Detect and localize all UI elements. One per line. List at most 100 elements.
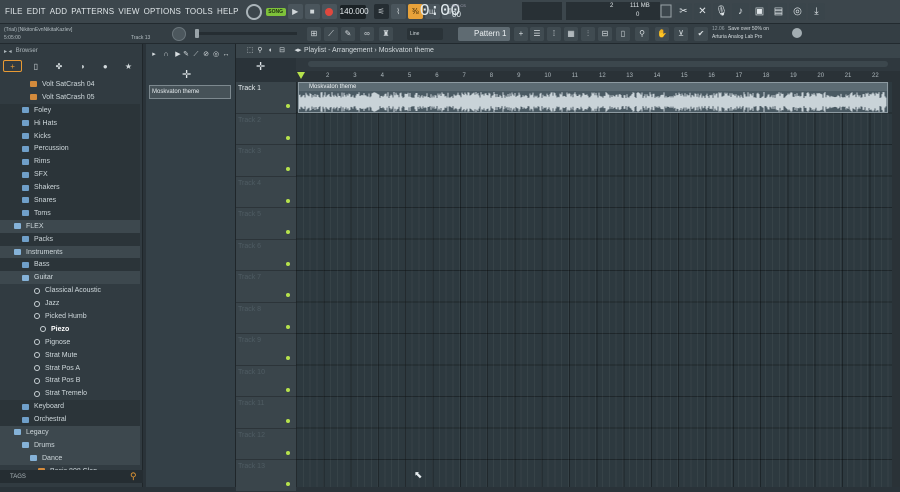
track-header[interactable]: Track 7 bbox=[236, 271, 296, 303]
record-button[interactable] bbox=[321, 4, 337, 19]
playhead-marker[interactable] bbox=[297, 72, 305, 79]
globe-icon[interactable] bbox=[792, 28, 802, 38]
track-header[interactable]: Track 9 bbox=[236, 334, 296, 366]
browser-item[interactable]: Piezo bbox=[0, 323, 140, 336]
search-icon[interactable]: ⚲ bbox=[130, 471, 140, 481]
track-mute-led[interactable] bbox=[286, 482, 290, 486]
mic-button[interactable]: 🎙 bbox=[713, 3, 730, 20]
menu-patterns[interactable]: PATTERNS bbox=[69, 7, 116, 16]
browser-item[interactable]: Strat Pos B bbox=[0, 374, 140, 387]
pattern-select[interactable]: Pattern 1 bbox=[458, 27, 510, 41]
playlist-button[interactable]: ☰ bbox=[530, 27, 544, 41]
zoom-icon[interactable]: ⚲ bbox=[256, 47, 264, 55]
browser-item[interactable]: Percussion bbox=[0, 142, 140, 156]
browser-item[interactable]: Jazz bbox=[0, 297, 140, 310]
hint-circle-button[interactable] bbox=[245, 3, 262, 20]
play-tool-icon[interactable]: ◖ bbox=[266, 47, 274, 55]
track-header[interactable]: Track 2 bbox=[236, 113, 296, 145]
menu-view[interactable]: VIEW bbox=[116, 7, 141, 16]
save-button[interactable]: ▣ bbox=[751, 3, 768, 20]
add-track-icon[interactable]: ✛ bbox=[182, 68, 191, 81]
browser-item[interactable]: Orchestral bbox=[0, 413, 140, 427]
touch-controller-button[interactable]: ✋ bbox=[655, 27, 669, 41]
playlist-grid[interactable] bbox=[296, 82, 892, 487]
browser-item[interactable]: Packs bbox=[0, 232, 140, 246]
add-pattern-icon[interactable]: ✛ bbox=[256, 60, 265, 73]
metronome-button[interactable]: ⚟ bbox=[373, 4, 389, 19]
tab-all[interactable]: + bbox=[3, 60, 23, 72]
picker-item[interactable]: Moskvaton theme bbox=[149, 85, 231, 99]
pat-song-toggle[interactable]: SONG bbox=[265, 5, 286, 19]
browser-item[interactable]: Shakers bbox=[0, 181, 140, 195]
browser-item[interactable]: Legacy bbox=[0, 426, 140, 439]
stop-button[interactable]: ■ bbox=[304, 4, 320, 19]
tab-files[interactable]: ▯ bbox=[26, 60, 45, 72]
play-button[interactable]: ▶ bbox=[287, 4, 303, 19]
cross-button[interactable]: ✕ bbox=[694, 3, 711, 20]
mixer-button[interactable]: ✂ bbox=[675, 3, 692, 20]
tab-projects[interactable]: ◑ bbox=[73, 60, 92, 72]
snap-select[interactable]: Line bbox=[407, 28, 443, 40]
browser-item[interactable]: Guitar bbox=[0, 271, 140, 285]
browser-item[interactable]: Strat Tremelo bbox=[0, 387, 140, 400]
tags-label[interactable]: TAGS bbox=[0, 474, 26, 480]
track-mute-led[interactable] bbox=[286, 104, 290, 108]
browser-item[interactable]: Kicks bbox=[0, 129, 140, 143]
menu-tools[interactable]: TOOLS bbox=[183, 7, 215, 16]
track-mute-led[interactable] bbox=[286, 198, 290, 203]
piano-roll-button[interactable]: ⊞ bbox=[307, 27, 321, 41]
channel-rack-button[interactable]: ⁞ bbox=[547, 27, 561, 41]
magnet-icon[interactable]: ∩ bbox=[162, 51, 170, 59]
slice-tool-button[interactable]: ⟋ bbox=[324, 27, 338, 41]
browser-item[interactable]: Hi Hats bbox=[0, 116, 140, 130]
browser-arrow-icon[interactable]: ▸ ◂ bbox=[4, 48, 12, 55]
menu-help[interactable]: HELP bbox=[215, 7, 241, 16]
track-header[interactable]: Track 11 bbox=[236, 397, 296, 429]
mute-icon[interactable]: ◎ bbox=[212, 51, 220, 59]
tab-world[interactable]: ● bbox=[96, 60, 115, 72]
track-mute-led[interactable] bbox=[286, 293, 290, 297]
arrow-icon[interactable]: ▸ bbox=[150, 51, 158, 59]
play-icon[interactable]: ▶ bbox=[174, 51, 182, 59]
shop-button[interactable]: ⊻ bbox=[674, 27, 688, 41]
track-mute-led[interactable] bbox=[286, 135, 290, 140]
vertical-scrollbar[interactable] bbox=[892, 82, 900, 487]
browser-item[interactable]: SFX bbox=[0, 168, 140, 182]
pencil-icon[interactable]: ✎ bbox=[182, 51, 190, 59]
piano-roll-view-button[interactable]: ▦ bbox=[564, 27, 578, 41]
track-header[interactable]: Track 1 bbox=[236, 82, 296, 114]
plugin-button[interactable]: ⊟ bbox=[598, 27, 612, 41]
track-mute-led[interactable] bbox=[286, 450, 290, 455]
collapse-icon[interactable]: ⊟ bbox=[278, 47, 286, 55]
track-mute-led[interactable] bbox=[286, 419, 290, 423]
browser-item[interactable]: Bass bbox=[0, 258, 140, 272]
browser-item[interactable]: Rims bbox=[0, 155, 140, 169]
expand-icon[interactable]: ◂▸ bbox=[294, 47, 302, 55]
horizontal-scrollbar[interactable] bbox=[308, 61, 888, 67]
delete-icon[interactable]: ⊘ bbox=[202, 51, 210, 59]
track-header[interactable]: Track 6 bbox=[236, 239, 296, 271]
browser-item[interactable]: Instruments bbox=[0, 245, 140, 259]
browser-item[interactable]: Classical Acoustic bbox=[0, 284, 140, 297]
browser-item[interactable]: Snares bbox=[0, 194, 140, 207]
menu-options[interactable]: OPTIONS bbox=[142, 7, 183, 16]
wait-for-input-button[interactable]: ⌇ bbox=[390, 4, 406, 19]
browser-item[interactable]: Keyboard bbox=[0, 400, 140, 414]
draw-tool-button[interactable]: ✎ bbox=[341, 27, 355, 41]
browser-item[interactable]: Drums bbox=[0, 438, 140, 452]
master-pitch-slider[interactable] bbox=[197, 32, 297, 35]
browser-item[interactable]: Pignose bbox=[0, 336, 140, 349]
news-panel[interactable]: 12.06 Save over 50% on Arturia Analog La… bbox=[712, 26, 802, 44]
track-header[interactable]: Track 8 bbox=[236, 302, 296, 334]
browser-view-button[interactable]: ▯ bbox=[616, 27, 630, 41]
browser-item[interactable]: Strat Pos A bbox=[0, 362, 140, 375]
menu-add[interactable]: ADD bbox=[48, 7, 70, 16]
audio-clip[interactable]: Moskvaton theme bbox=[298, 82, 888, 113]
track-header[interactable]: Track 3 bbox=[236, 145, 296, 177]
menu-file[interactable]: FILE bbox=[3, 7, 25, 16]
mixer-view-button[interactable]: ⫶ bbox=[581, 27, 595, 41]
browser-item[interactable]: Volt SatCrash 04 bbox=[0, 78, 140, 91]
browser-item[interactable]: Foley bbox=[0, 103, 140, 117]
track-header[interactable]: Track 12 bbox=[236, 428, 296, 460]
track-mute-led[interactable] bbox=[286, 230, 290, 234]
